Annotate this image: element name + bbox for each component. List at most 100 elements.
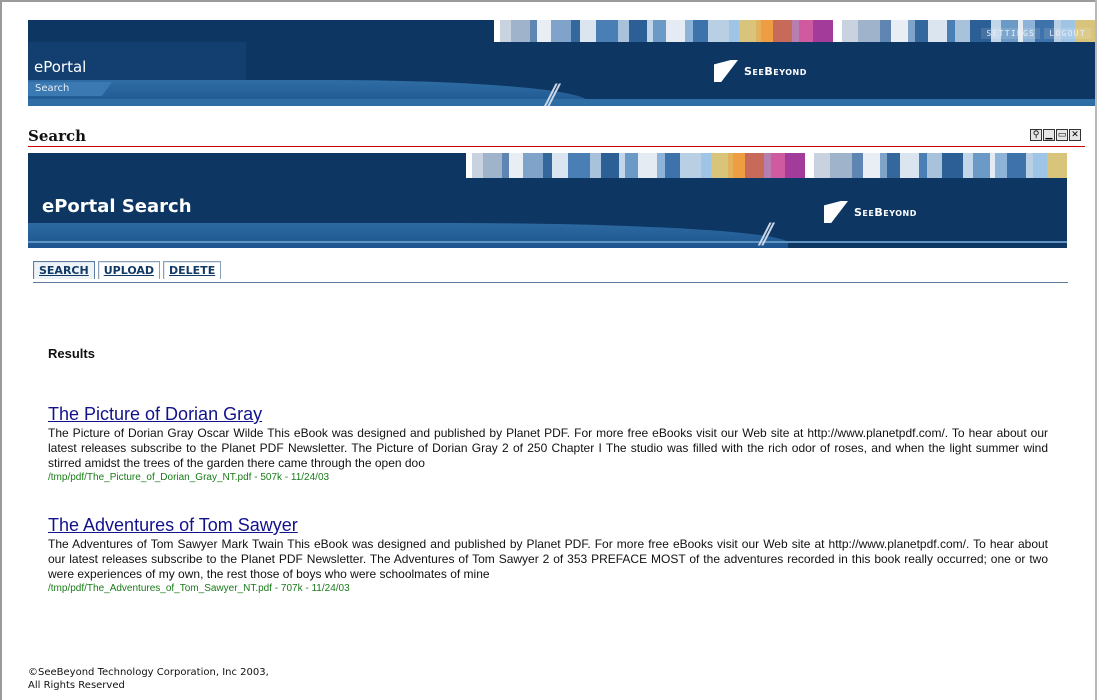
decorative-stripe	[543, 153, 553, 178]
header-tab-search[interactable]: Search	[28, 82, 112, 96]
decorative-stripe	[812, 20, 834, 42]
decorative-stripe	[665, 20, 686, 42]
decorative-stripe	[685, 20, 694, 42]
decorative-stripe	[653, 20, 666, 42]
decorative-stripe	[637, 153, 658, 178]
tab-search[interactable]: SEARCH	[33, 261, 95, 279]
decorative-stripe	[701, 153, 712, 178]
tab-delete[interactable]: DELETE	[163, 261, 222, 279]
search-tabs: SEARCH UPLOAD DELETE	[33, 261, 222, 279]
decorative-stripe	[693, 20, 709, 42]
decorative-stripe	[590, 153, 602, 178]
banner-title: ePortal Search	[42, 196, 192, 217]
decorative-stripe	[511, 20, 530, 42]
decorative-stripe	[863, 153, 881, 178]
decorative-stripe	[629, 20, 647, 42]
copyright-footer: ©SeeBeyond Technology Corporation, Inc 2…	[28, 666, 269, 692]
seebeyond-logo-icon	[714, 60, 738, 82]
result-meta: /tmp/pdf/The_Adventures_of_Tom_Sawyer_NT…	[48, 583, 350, 594]
result-meta: /tmp/pdf/The_Picture_of_Dorian_Gray_NT.p…	[48, 472, 330, 483]
decorative-stripe	[886, 153, 900, 178]
decorative-stripe	[580, 20, 597, 42]
result-snippet: The Adventures of Tom Sawyer Mark Twain …	[48, 537, 1048, 581]
decorative-stripe	[665, 153, 681, 178]
decorative-stripe	[571, 20, 581, 42]
banner-wave	[28, 223, 788, 248]
rights-line: All Rights Reserved	[28, 680, 125, 691]
decorative-stripe	[711, 153, 728, 178]
decorative-stripe	[537, 20, 551, 42]
decorative-stripe	[745, 153, 764, 178]
decorative-stripe	[501, 153, 510, 178]
logout-link[interactable]: LOGOUT	[1044, 28, 1091, 39]
app-header: ePortal Search // SeeBeyond SETTINGS LOG…	[28, 20, 1095, 106]
search-banner: ePortal Search // SeeBeyond	[28, 153, 1067, 248]
maximize-icon[interactable]: ▭	[1056, 129, 1068, 141]
decorative-stripe	[625, 153, 638, 178]
decorative-stripe	[899, 153, 920, 178]
decorative-stripe	[761, 20, 774, 42]
decorative-stripe	[522, 153, 544, 178]
banner-wave-line	[28, 241, 1067, 243]
top-nav: SETTINGS LOGOUT	[981, 28, 1091, 39]
decorative-stripe	[773, 20, 792, 42]
banner-slash-decoration: //	[760, 217, 773, 248]
tabs-rule	[33, 282, 1068, 283]
decorative-stripe	[763, 153, 772, 178]
portlet-controls: ⚲ ▁ ▭ ✕	[1030, 129, 1081, 141]
decorative-stripe	[791, 20, 800, 42]
banner-logo-text: SeeBeyond	[854, 205, 917, 219]
banner-color-stripes	[466, 153, 1067, 178]
decorative-stripe	[947, 20, 956, 42]
decorative-stripe	[1025, 153, 1034, 178]
result-snippet: The Picture of Dorian Gray Oscar Wilde T…	[48, 426, 1048, 470]
portlet-title: Search	[28, 127, 87, 145]
decorative-stripe	[471, 153, 484, 178]
close-icon[interactable]: ✕	[1069, 129, 1081, 141]
result-title-link[interactable]: The Adventures of Tom Sawyer	[48, 515, 298, 536]
decorative-stripe	[509, 153, 523, 178]
banner-logo: SeeBeyond	[824, 201, 917, 223]
decorative-stripe	[829, 153, 852, 178]
header-logo: SeeBeyond	[714, 60, 807, 82]
decorative-stripe	[799, 20, 813, 42]
decorative-stripe	[955, 20, 971, 42]
decorative-stripe	[814, 153, 830, 178]
decorative-stripe	[552, 153, 569, 178]
decorative-stripe	[550, 20, 572, 42]
decorative-stripe	[708, 20, 730, 42]
decorative-stripe	[995, 153, 1008, 178]
decorative-stripe	[973, 153, 990, 178]
decorative-stripe	[880, 20, 892, 42]
header-logo-text: SeeBeyond	[744, 64, 807, 78]
search-result: The Adventures of Tom Sawyer The Adventu…	[48, 515, 1048, 594]
decorative-stripe	[568, 153, 591, 178]
decorative-stripe	[601, 153, 619, 178]
result-title-link[interactable]: The Picture of Dorian Gray	[48, 404, 262, 425]
decorative-stripe	[842, 20, 858, 42]
decorative-stripe	[805, 153, 815, 178]
copyright-line: ©SeeBeyond Technology Corporation, Inc 2…	[28, 667, 269, 678]
decorative-stripe	[857, 20, 880, 42]
decorative-stripe	[891, 20, 909, 42]
decorative-stripe	[1046, 153, 1067, 178]
settings-link[interactable]: SETTINGS	[981, 28, 1041, 39]
decorative-stripe	[739, 20, 756, 42]
decorative-stripe	[1007, 153, 1026, 178]
magnify-icon[interactable]: ⚲	[1030, 129, 1042, 141]
decorative-stripe	[833, 20, 843, 42]
decorative-stripe	[919, 153, 928, 178]
decorative-stripe	[680, 153, 702, 178]
tab-upload[interactable]: UPLOAD	[97, 261, 161, 279]
decorative-stripe	[499, 20, 512, 42]
results-heading: Results	[48, 346, 95, 361]
decorative-stripe	[963, 153, 974, 178]
decorative-stripe	[852, 153, 864, 178]
seebeyond-logo-icon	[824, 201, 848, 223]
app-title: ePortal	[34, 58, 87, 76]
minimize-icon[interactable]: ▁	[1043, 129, 1055, 141]
decorative-stripe	[927, 153, 943, 178]
decorative-stripe	[784, 153, 806, 178]
header-wave-band	[28, 99, 1095, 106]
decorative-stripe	[914, 20, 928, 42]
